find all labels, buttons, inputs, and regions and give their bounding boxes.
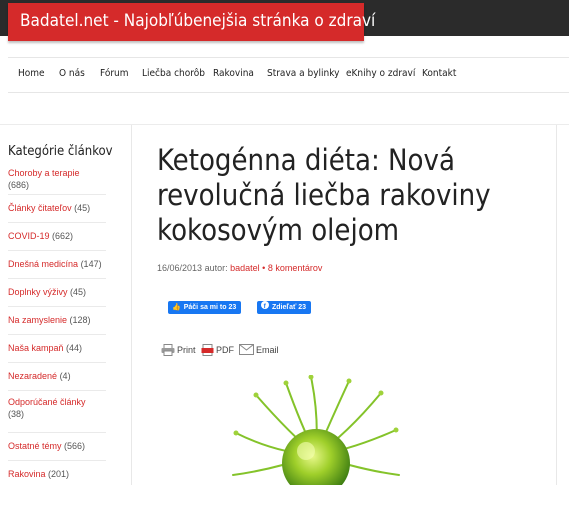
category-link[interactable]: Ostatné témy: [8, 441, 62, 451]
category-link[interactable]: COVID-19: [8, 231, 50, 241]
category-item: Nezaradené (4): [8, 363, 106, 391]
category-link[interactable]: Doplnky výživy: [8, 287, 68, 297]
nav-food-herbs[interactable]: Strava a bylinky: [267, 58, 339, 90]
category-count: (44): [66, 343, 83, 353]
comments-link[interactable]: 8 komentárov: [268, 263, 323, 273]
nav-cancer[interactable]: Rakovina: [213, 58, 254, 90]
article-meta: 16/06/2013 autor: badatel • 8 komentárov: [157, 263, 322, 273]
content-layout: Kategórie článkov Choroby a terapie (686…: [0, 124, 569, 485]
category-count: (686): [8, 180, 30, 190]
category-count: (45): [74, 203, 91, 213]
nav-forum[interactable]: Fórum: [100, 58, 129, 90]
nav-home[interactable]: Home: [18, 58, 45, 90]
printer-icon: [161, 344, 175, 356]
category-link[interactable]: Na zamyslenie: [8, 315, 67, 325]
sidebar: Kategórie článkov Choroby a terapie (686…: [8, 125, 132, 485]
email-label: Email: [256, 344, 279, 355]
category-item: Rakovina (201): [8, 461, 106, 489]
nav-ebooks[interactable]: eKnihy o zdraví: [346, 58, 415, 90]
category-item: Články čitateľov (45): [8, 195, 106, 223]
category-item: Dnešná medicína (147): [8, 251, 106, 279]
category-count: (38): [8, 409, 25, 419]
category-item: Choroby a terapie (686): [8, 167, 106, 195]
nav-contact[interactable]: Kontakt: [422, 58, 456, 90]
pdf-label: PDF: [216, 345, 234, 355]
article-title: Ketogénna diéta: Nová revolučná liečba r…: [157, 143, 491, 247]
nav-about[interactable]: O nás: [59, 58, 85, 90]
facebook-share-button[interactable]: f Zdieľať 23: [257, 301, 312, 314]
author-link[interactable]: badatel: [230, 263, 260, 273]
like-label: Páči sa mi to 23: [183, 304, 237, 311]
article-date: 16/06/2013: [157, 263, 203, 273]
envelope-icon: [239, 344, 254, 355]
category-count: (128): [69, 315, 91, 325]
sidebar-title: Kategórie článkov: [8, 144, 113, 159]
category-item: Na zamyslenie (128): [8, 307, 106, 335]
category-link[interactable]: Naša kampaň: [8, 343, 64, 353]
pdf-icon: [201, 344, 214, 356]
category-count: (4): [59, 371, 71, 381]
cancer-cell-illustration: [232, 375, 400, 485]
category-count: (147): [80, 259, 102, 269]
category-item: Ostatné témy (566): [8, 433, 106, 461]
category-count: (662): [52, 231, 74, 241]
category-item: Naša kampaň (44): [8, 335, 106, 363]
article-image: [231, 375, 401, 485]
print-button[interactable]: Print: [161, 344, 196, 356]
category-list: Choroby a terapie (686) Články čitateľov…: [8, 167, 106, 489]
category-item: COVID-19 (662): [8, 223, 106, 251]
article-main: Ketogénna diéta: Nová revolučná liečba r…: [131, 125, 557, 485]
thumbs-up-icon: 👍: [172, 304, 181, 311]
category-link[interactable]: Rakovina: [8, 469, 46, 479]
author-prefix: autor:: [204, 263, 228, 273]
main-nav: Home O nás Fórum Liečba chorôb Rakovina …: [8, 57, 569, 93]
category-count: (45): [70, 287, 87, 297]
category-link[interactable]: Odporúčané články: [8, 397, 86, 407]
meta-separator: •: [262, 263, 266, 273]
category-item: Doplnky výživy (45): [8, 279, 106, 307]
category-link[interactable]: Články čitateľov: [8, 203, 72, 213]
facebook-icon: f: [261, 301, 269, 314]
print-label: Print: [177, 345, 196, 355]
facebook-like-button[interactable]: 👍 Páči sa mi to 23: [168, 301, 242, 314]
pdf-button[interactable]: PDF: [201, 344, 234, 356]
share-label: Zdieľať 23: [272, 304, 307, 311]
nav-diseases[interactable]: Liečba chorôb: [142, 58, 205, 90]
category-link[interactable]: Choroby a terapie: [8, 168, 80, 178]
email-button[interactable]: Email: [239, 344, 279, 355]
site-title-banner[interactable]: Badatel.net - Najobľúbenejšia stránka o …: [8, 3, 375, 41]
category-count: (566): [64, 441, 86, 451]
category-link[interactable]: Dnešná medicína: [8, 259, 78, 269]
category-count: (201): [48, 469, 70, 479]
category-link[interactable]: Nezaradené: [8, 371, 57, 381]
category-item: Odporúčané články (38): [8, 391, 106, 433]
